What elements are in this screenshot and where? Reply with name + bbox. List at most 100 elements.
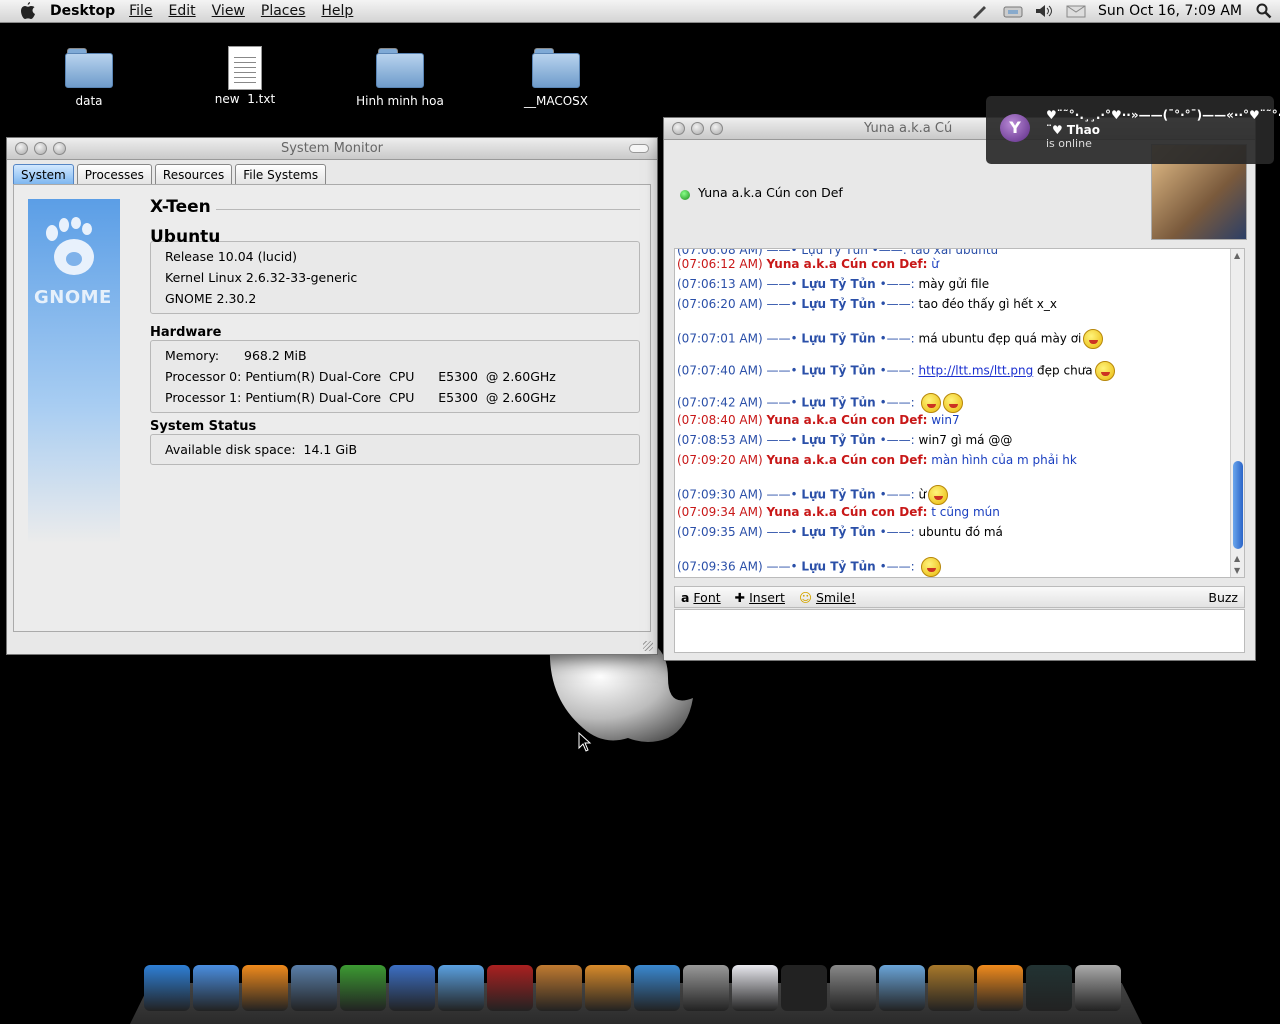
chat-scrollbar[interactable]: ▲ ▲ ▼ xyxy=(1230,249,1244,577)
chat-message: (07:07:42 AM) ——• Lựu Tỷ Tủn •——: xyxy=(677,393,963,413)
dock-textedit-icon[interactable] xyxy=(732,965,778,1011)
chat-message: (07:08:53 AM) ——• Lựu Tỷ Tủn •——: win7 g… xyxy=(677,433,1013,447)
processor-0-row: Processor 0: Pentium(R) Dual-Core CPU E5… xyxy=(165,369,556,384)
clock[interactable]: Sun Oct 16, 7:09 AM xyxy=(1098,3,1242,19)
desktop-icon-label: __MACOSX xyxy=(523,94,588,108)
minimize-button[interactable] xyxy=(691,122,704,135)
dock-screenshot-icon[interactable] xyxy=(634,965,680,1011)
tab-bar: System Processes Resources File Systems xyxy=(7,160,657,186)
insert-plus-icon: ✚ xyxy=(734,589,746,605)
dock-firefox-icon[interactable] xyxy=(242,965,288,1011)
font-icon: a xyxy=(681,589,690,605)
chat-message: (07:09:20 AM) Yuna a.k.a Cún con Def: mà… xyxy=(677,453,1077,467)
app-name[interactable]: Desktop xyxy=(50,3,115,19)
chat-message: (07:06:13 AM) ——• Lựu Tỷ Tủn •——: mày gử… xyxy=(677,277,990,291)
dock-photos-icon[interactable] xyxy=(585,965,631,1011)
dock-ubuntu-app-icon[interactable] xyxy=(928,965,974,1011)
emoticon-icon xyxy=(920,393,941,413)
chat-message: (07:09:36 AM) ——• Lựu Tỷ Tủn •——: xyxy=(677,557,941,577)
dock-preview-icon[interactable] xyxy=(291,965,337,1011)
tab-resources[interactable]: Resources xyxy=(154,164,233,186)
chat-message: (07:09:30 AM) ——• Lựu Tỷ Tủn •——: ừ xyxy=(677,485,949,505)
tab-file-systems[interactable]: File Systems xyxy=(235,164,327,186)
dock-people-icon[interactable] xyxy=(389,965,435,1011)
menu-places[interactable]: Places xyxy=(261,3,306,19)
desktop-icon-label: Hinh minh hoa xyxy=(356,94,444,108)
desktop-icon-new-1-txt[interactable]: new 1.txt xyxy=(190,46,300,106)
dock-video-editor-icon[interactable] xyxy=(487,965,533,1011)
emoticon-icon xyxy=(928,485,949,505)
emoticon-icon xyxy=(1094,361,1115,381)
scrollbar-thumb[interactable] xyxy=(1233,461,1243,549)
desktop-icon-label: new 1.txt xyxy=(214,92,276,106)
scroll-up-icon[interactable]: ▲ xyxy=(1234,251,1240,260)
chat-window-title: Yuna a.k.a Cú xyxy=(864,121,953,136)
desktop-icon-macosx[interactable]: __MACOSX xyxy=(501,48,611,108)
toolbar-toggle-button[interactable] xyxy=(629,144,649,153)
system-status-box: Available disk space: 14.1 GiB xyxy=(150,434,640,465)
volume-icon[interactable] xyxy=(1034,3,1052,19)
dock-finder-icon[interactable] xyxy=(193,965,239,1011)
online-notification[interactable]: Y ♥¨˜°·.¸¸.·°♥··»——(¯°·°¯)——«··°♥¨˜°·. ¨… xyxy=(986,96,1280,164)
menu-help[interactable]: Help xyxy=(321,3,353,19)
close-button[interactable] xyxy=(672,122,685,135)
mail-icon[interactable] xyxy=(1066,3,1086,19)
menu-file[interactable]: File xyxy=(129,3,152,19)
menu-edit[interactable]: Edit xyxy=(169,3,196,19)
system-info-panel: GNOME X-Teen Ubuntu Release 10.04 (lucid… xyxy=(13,184,651,632)
chat-message: (07:06:20 AM) ——• Lựu Tỷ Tủn •——: tao đé… xyxy=(677,297,1057,311)
apple-menu-icon[interactable] xyxy=(16,2,40,20)
desktop-icon-data[interactable]: data xyxy=(34,48,144,108)
chat-log[interactable]: (07:06:08 AM) ——• Lựu Tỷ Tủn •——: tao xà… xyxy=(674,248,1245,578)
font-button[interactable]: a Font xyxy=(681,590,721,605)
buzz-button[interactable]: Buzz xyxy=(1208,590,1238,605)
dock-terminal-icon[interactable] xyxy=(781,965,827,1011)
disk-space-row: Available disk space: 14.1 GiB xyxy=(165,442,358,457)
notification-contact-name: ¨♥ Thao xyxy=(1046,123,1101,137)
dock-firefox-2-icon[interactable] xyxy=(977,965,1023,1011)
menu-view[interactable]: View xyxy=(212,3,245,19)
message-input[interactable] xyxy=(674,609,1245,653)
insert-button[interactable]: ✚ Insert xyxy=(735,590,785,605)
network-icon[interactable] xyxy=(1002,3,1023,19)
window-title: System Monitor xyxy=(280,141,384,156)
tab-system[interactable]: System xyxy=(13,164,74,186)
processor-1-row: Processor 1: Pentium(R) Dual-Core CPU E5… xyxy=(165,390,556,405)
folder-icon xyxy=(65,48,113,88)
dock-folder-icon[interactable] xyxy=(879,965,925,1011)
desktop-icon-label: data xyxy=(75,94,103,108)
dock-iphoto-icon[interactable] xyxy=(536,965,582,1011)
message-toolbar: a Font ✚ Insert ☺ Smile! Buzz xyxy=(674,586,1245,608)
chat-link[interactable]: http://ltt.ms/ltt.png xyxy=(919,364,1034,378)
smile-button[interactable]: ☺ Smile! xyxy=(799,590,856,605)
system-monitor-titlebar[interactable]: System Monitor xyxy=(7,138,657,160)
dock-activity-monitor-icon[interactable] xyxy=(1026,965,1072,1011)
dock-adium-icon[interactable] xyxy=(340,965,386,1011)
mouse-cursor-icon xyxy=(578,732,592,752)
chat-message: (07:09:34 AM) Yuna a.k.a Cún con Def: t … xyxy=(677,505,1000,519)
spotlight-search-icon[interactable] xyxy=(1256,3,1274,19)
notification-decoration: ♥¨˜°·.¸¸.·°♥··»——(¯°·°¯)——«··°♥¨˜°·. xyxy=(1046,108,1280,122)
release-text: Release 10.04 (lucid) xyxy=(165,249,298,264)
system-monitor-window: System Monitor System Processes Resource… xyxy=(6,137,658,655)
dock-scanner-icon[interactable] xyxy=(683,965,729,1011)
desktop-icon-hinh-minh-hoa[interactable]: Hinh minh hoa xyxy=(345,48,455,108)
dock-itunes-icon[interactable] xyxy=(438,965,484,1011)
hostname: X-Teen xyxy=(150,197,211,217)
dock xyxy=(130,965,1142,1024)
tab-processes[interactable]: Processes xyxy=(76,164,152,186)
chat-message: (07:09:35 AM) ——• Lựu Tỷ Tủn •——: ubuntu… xyxy=(677,525,1003,539)
dock-anchor-app-icon[interactable] xyxy=(144,965,190,1011)
online-status-icon xyxy=(680,190,690,200)
scroll-down-icon[interactable]: ▼ xyxy=(1234,566,1240,575)
scroll-up-arrow-icon[interactable]: ▲ xyxy=(1234,554,1240,563)
notification-status: is online xyxy=(1046,137,1092,150)
zoom-button[interactable] xyxy=(710,122,723,135)
chat-message: (07:06:12 AM) Yuna a.k.a Cún con Def: ừ xyxy=(677,257,939,271)
dock-system-preferences-icon[interactable] xyxy=(830,965,876,1011)
dock-trash-icon[interactable] xyxy=(1075,965,1121,1011)
text-document-icon xyxy=(228,46,262,90)
resize-grip-icon[interactable] xyxy=(643,641,653,651)
pen-icon[interactable] xyxy=(970,3,988,19)
folder-icon xyxy=(376,48,424,88)
